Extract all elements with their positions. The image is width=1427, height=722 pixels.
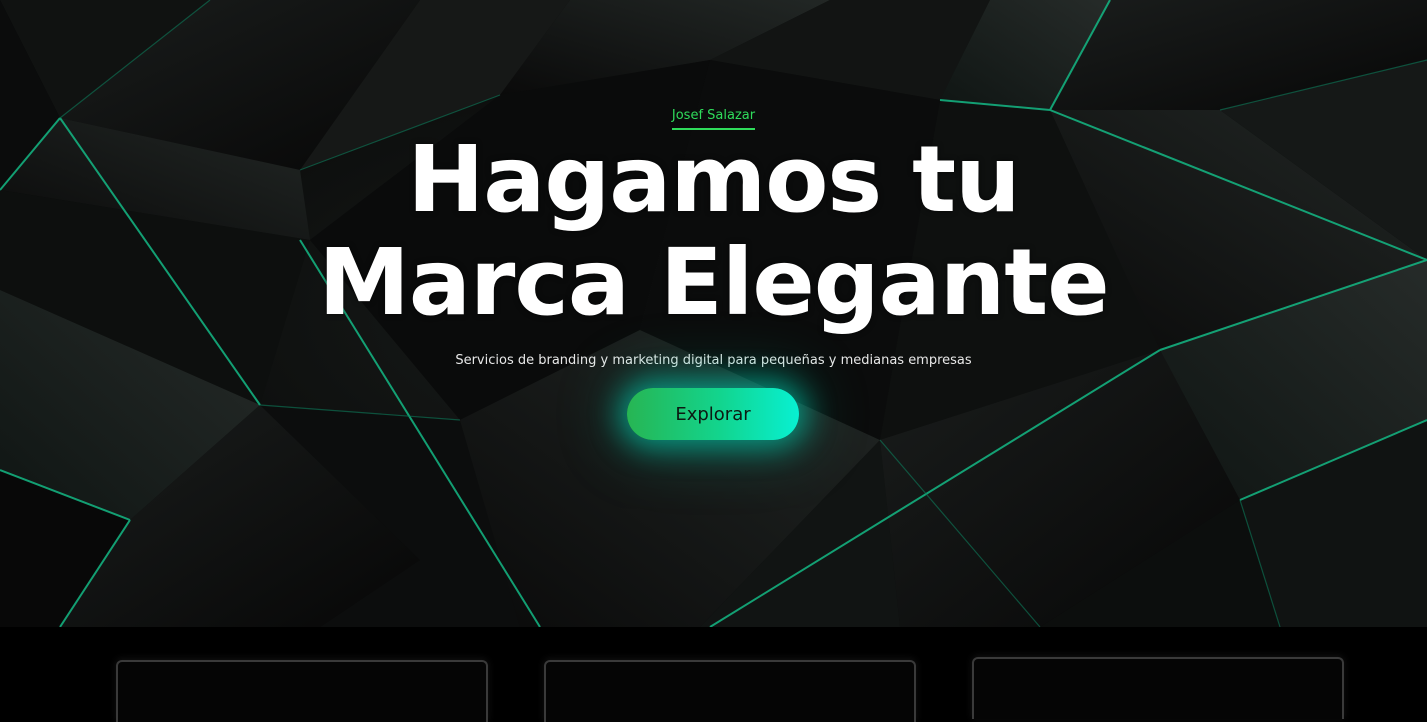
headline-line-2: Marca Elegante: [318, 229, 1109, 336]
headline-line-1: Hagamos tu: [407, 126, 1020, 233]
hero-subtitle: Servicios de branding y marketing digita…: [455, 353, 972, 368]
explore-button[interactable]: Explorar: [627, 388, 799, 440]
card-3[interactable]: [972, 657, 1344, 719]
card-2[interactable]: [544, 660, 916, 722]
hero-headline: Hagamos tu Marca Elegante: [0, 128, 1427, 334]
cards-section: [0, 627, 1427, 722]
card-1[interactable]: [116, 660, 488, 722]
hero-content: Josef Salazar Hagamos tu Marca Elegante …: [0, 0, 1427, 627]
hero-section: Josef Salazar Hagamos tu Marca Elegante …: [0, 0, 1427, 627]
